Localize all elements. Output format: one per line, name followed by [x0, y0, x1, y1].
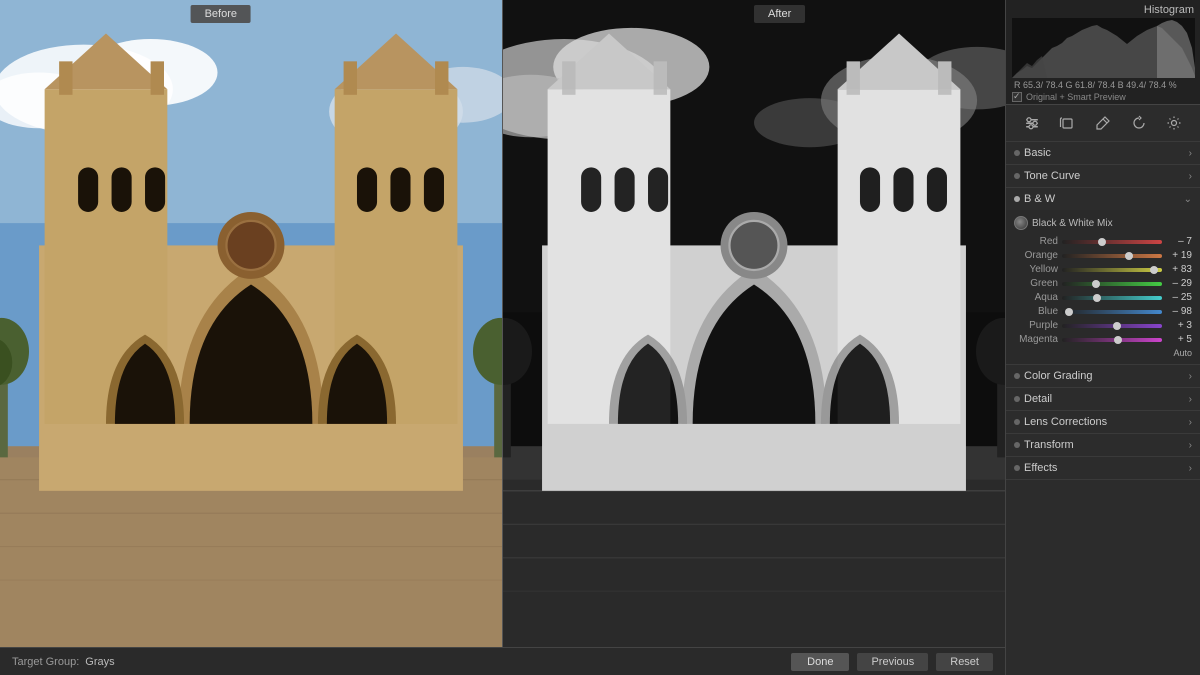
bw-row-green: Green – 29: [1014, 278, 1192, 289]
histogram-graph: [1012, 18, 1195, 78]
image-compare: Before: [0, 0, 1005, 647]
panel-detail-header[interactable]: Detail ›: [1006, 388, 1200, 410]
tone-curve-arrow: ›: [1189, 171, 1192, 182]
effects-arrow: ›: [1189, 463, 1192, 474]
bw-mix-circle: [1014, 216, 1028, 230]
detail-arrow: ›: [1189, 394, 1192, 405]
bw-panel-content: Black & White Mix Red – 7 Orange +: [1006, 210, 1200, 364]
bw-row-magenta: Magenta + 5: [1014, 334, 1192, 345]
bottom-right: Done Previous Reset: [791, 653, 993, 671]
image-area: Before: [0, 0, 1005, 675]
magenta-slider[interactable]: [1062, 338, 1162, 342]
bottom-left: Target Group: Grays: [12, 656, 115, 668]
panel-tone-curve: Tone Curve ›: [1006, 165, 1200, 188]
bw-mix-header: Black & White Mix: [1014, 216, 1192, 230]
bw-dot: [1014, 196, 1020, 202]
target-group-value: Grays: [85, 656, 114, 668]
aqua-slider[interactable]: [1062, 296, 1162, 300]
preview-checkbox[interactable]: [1012, 92, 1022, 102]
panel-color-grading-header[interactable]: Color Grading ›: [1006, 365, 1200, 387]
tone-curve-dot: [1014, 173, 1020, 179]
histogram-section: Histogram R 65.3/ 78.4 G 61.8/ 78.4 B 49…: [1006, 0, 1200, 105]
orange-slider[interactable]: [1062, 254, 1162, 258]
panel-effects-header[interactable]: Effects ›: [1006, 457, 1200, 479]
auto-button[interactable]: Auto: [1014, 348, 1192, 358]
green-slider[interactable]: [1062, 282, 1162, 286]
bw-row-purple: Purple + 3: [1014, 320, 1192, 331]
tab-after[interactable]: After: [754, 5, 805, 23]
panel-transform: Transform ›: [1006, 434, 1200, 457]
blue-slider[interactable]: [1062, 310, 1162, 314]
adjustments-icon[interactable]: [1020, 111, 1044, 135]
bw-row-yellow: Yellow + 83: [1014, 264, 1192, 275]
transform-arrow: ›: [1189, 440, 1192, 451]
transform-dot: [1014, 442, 1020, 448]
tools-row: [1006, 105, 1200, 142]
bw-mix-label: Black & White Mix: [1032, 218, 1113, 229]
panel-effects: Effects ›: [1006, 457, 1200, 480]
settings-icon[interactable]: [1162, 111, 1186, 135]
basic-dot: [1014, 150, 1020, 156]
panel-tone-curve-header[interactable]: Tone Curve ›: [1006, 165, 1200, 187]
basic-arrow: ›: [1189, 148, 1192, 159]
effects-dot: [1014, 465, 1020, 471]
brush-icon[interactable]: [1091, 111, 1115, 135]
image-after: After: [502, 0, 1005, 647]
lens-corrections-arrow: ›: [1189, 417, 1192, 428]
yellow-slider[interactable]: [1062, 268, 1162, 272]
detail-dot: [1014, 396, 1020, 402]
panel-transform-header[interactable]: Transform ›: [1006, 434, 1200, 456]
histogram-title: Histogram: [1012, 4, 1194, 16]
panel-lens-corrections-header[interactable]: Lens Corrections ›: [1006, 411, 1200, 433]
bw-row-orange: Orange + 19: [1014, 250, 1192, 261]
previous-button[interactable]: Previous: [857, 653, 928, 671]
purple-slider[interactable]: [1062, 324, 1162, 328]
histogram-stats: R 65.3/ 78.4 G 61.8/ 78.4 B 49.4/ 78.4 %: [1012, 80, 1194, 90]
bw-row-aqua: Aqua – 25: [1014, 292, 1192, 303]
color-grading-arrow: ›: [1189, 371, 1192, 382]
histogram-preview-label: Original + Smart Preview: [1012, 92, 1194, 102]
target-group-label: Target Group:: [12, 656, 79, 668]
right-panel: Histogram R 65.3/ 78.4 G 61.8/ 78.4 B 49…: [1005, 0, 1200, 675]
panel-bw-header[interactable]: B & W ⌄: [1006, 188, 1200, 210]
main-layout: Before: [0, 0, 1200, 675]
bw-row-red: Red – 7: [1014, 236, 1192, 247]
copy-icon[interactable]: [1055, 111, 1079, 135]
panel-basic: Basic ›: [1006, 142, 1200, 165]
rotate-icon[interactable]: [1127, 111, 1151, 135]
panel-color-grading: Color Grading ›: [1006, 365, 1200, 388]
reset-button[interactable]: Reset: [936, 653, 993, 671]
panel-detail: Detail ›: [1006, 388, 1200, 411]
red-slider[interactable]: [1062, 240, 1162, 244]
done-button[interactable]: Done: [791, 653, 849, 671]
panel-bw: B & W ⌄ Black & White Mix Red – 7: [1006, 188, 1200, 365]
color-grading-dot: [1014, 373, 1020, 379]
bw-arrow: ⌄: [1184, 194, 1192, 205]
bottom-bar: Target Group: Grays Done Previous Reset: [0, 647, 1005, 675]
panel-basic-header[interactable]: Basic ›: [1006, 142, 1200, 164]
image-before: Before: [0, 0, 502, 647]
lens-corrections-dot: [1014, 419, 1020, 425]
tab-before[interactable]: Before: [191, 5, 251, 23]
panel-lens-corrections: Lens Corrections ›: [1006, 411, 1200, 434]
bw-row-blue: Blue – 98: [1014, 306, 1192, 317]
